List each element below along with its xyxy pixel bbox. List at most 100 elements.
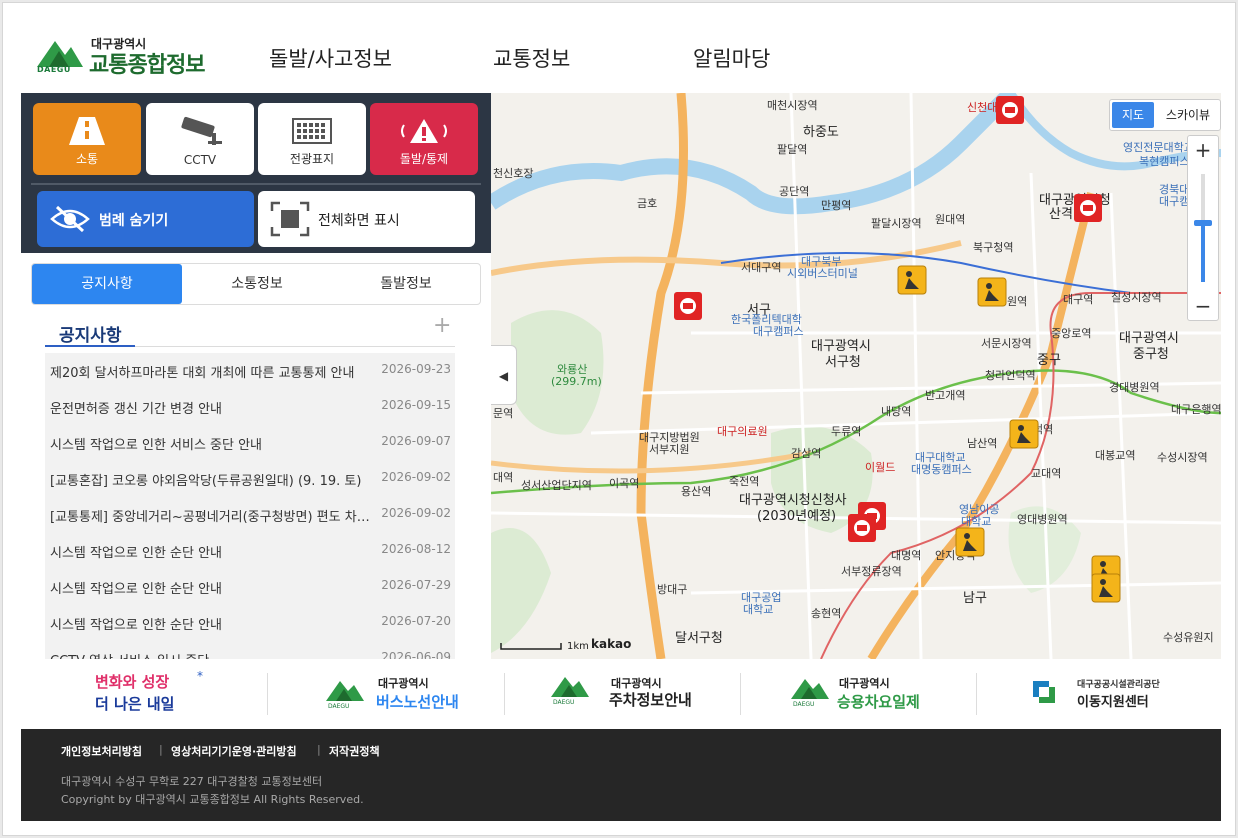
cctv-button[interactable]: CCTV [146, 103, 254, 175]
nav-incident[interactable]: 돌발/사고정보 [269, 43, 392, 73]
map-label: 대명동캠퍼스 [911, 463, 972, 476]
map-label: 두류역 [831, 425, 862, 438]
map-label: 서대구역 [741, 261, 782, 274]
logo-daegu-text: DAEGU [37, 65, 71, 74]
list-item[interactable]: 시스템 작업으로 인한 순단 안내 2026-07-20 [45, 605, 455, 641]
notice-list: 제20회 달서하프마라톤 대회 개최에 따른 교통통제 안내 2026-09-23… [45, 353, 455, 659]
sign-board-label: 전광표지 [289, 152, 335, 166]
map-label: 송현역 [811, 607, 842, 620]
list-item[interactable]: [교통통제] 중앙네거리~공평네거리(중구청방면) 편도 차로 통제 2026-0… [45, 497, 455, 533]
map-label: 문역 [493, 407, 514, 420]
tab-notice[interactable]: 공지사항 [32, 264, 182, 304]
map-label: 남산역 [967, 437, 998, 450]
notice-item-title: 시스템 작업으로 인한 순단 안내 [50, 546, 223, 561]
map-label: 신천대 [967, 101, 998, 114]
map-view-button[interactable]: 지도 [1112, 102, 1154, 128]
traffic-map[interactable]: 매천시장역 하중도 팔달역 신천대 영진전문대학교 복현캠퍼스 천신호장 금호 … [491, 93, 1221, 659]
map-label: 서문시장역 [981, 337, 1032, 350]
notice-item-title: CCTV 영상 서비스 일시 중단 [50, 650, 370, 659]
map-label: 금호 [637, 197, 658, 210]
list-item[interactable]: 제20회 달서하프마라톤 대회 개최에 따른 교통통제 안내 2026-09-23 [45, 353, 455, 389]
fullscreen-label: 전체화면 표시 [318, 213, 400, 229]
zoom-out-button[interactable]: − [1188, 294, 1218, 318]
incident-control-button[interactable]: 돌발/통제 [370, 103, 478, 175]
fullscreen-button[interactable]: 전체화면 표시 [258, 191, 475, 247]
zoom-slider-handle[interactable] [1194, 220, 1212, 226]
slogan-line2: 더 나은 내일 [95, 695, 175, 713]
footer-link-copyright[interactable]: 저작권정책 [329, 743, 380, 759]
site-logo[interactable]: DAEGU 대구광역시 교통종합정보 [35, 33, 235, 78]
controls-divider [31, 183, 481, 185]
sign-board-button[interactable]: 전광표지 [258, 103, 366, 175]
notice-item-date: 2026-09-15 [381, 398, 451, 412]
incident-marker-icon[interactable] [1073, 193, 1103, 223]
banner-bus-route[interactable]: DAEGU 대구광역시 버스노선안내 [268, 659, 504, 729]
tab-incident-info[interactable]: 돌발정보 [332, 264, 480, 304]
map-scale-label: 1km [567, 641, 589, 652]
notice-item-date: 2026-09-23 [381, 362, 451, 376]
notice-item-title: 시스템 작업으로 인한 순단 안내 [50, 618, 223, 633]
eye-hidden-icon [50, 205, 90, 233]
notice-item-title: 시스템 작업으로 인한 순단 안내 [50, 582, 223, 597]
alert-icon [401, 119, 447, 143]
construction-marker-icon[interactable] [977, 277, 1007, 307]
related-site-banners: 변화와 성장 * 더 나은 내일 DAEGU 대구광역시 버스노선안내 DAEG… [21, 659, 1221, 729]
map-label: (299.7m) [551, 375, 602, 388]
map-label: 원역 [1007, 295, 1028, 308]
list-item[interactable]: CCTV 영상 서비스 일시 중단 2026-06-09 [45, 641, 455, 659]
construction-marker-icon[interactable] [897, 265, 927, 295]
map-label: 매천시장역 [767, 99, 818, 112]
footer-copyright: Copyright by 대구광역시 교통종합정보 All Rights Res… [61, 793, 364, 806]
construction-marker-icon[interactable] [955, 527, 985, 557]
facility-corp-logo-icon [1033, 681, 1055, 703]
banner-car-day[interactable]: DAEGU 대구광역시 승용차요일제 [741, 659, 977, 729]
traffic-flow-label: 소통 [75, 152, 99, 166]
cctv-label: CCTV [183, 153, 217, 167]
map-label: 서부지원 [649, 443, 690, 456]
notice-item-date: 2026-09-02 [381, 470, 451, 484]
legend-toggle-button[interactable]: 범례 숨기기 [37, 191, 254, 247]
map-label: 수성시장역 [1157, 451, 1208, 464]
nav-notice-board[interactable]: 알림마당 [693, 43, 770, 73]
incident-marker-icon[interactable] [847, 513, 877, 543]
notice-underline [45, 345, 135, 347]
road-icon [69, 117, 105, 145]
map-label: 북구청역 [973, 241, 1014, 254]
more-plus-icon[interactable]: + [433, 313, 451, 338]
banner-mobility-center[interactable]: 대구공공시설관리공단 이동지원센터 [977, 659, 1221, 729]
construction-marker-icon[interactable] [1009, 419, 1039, 449]
map-label: 중구 [1037, 353, 1061, 368]
map-label: 청라언덕역 [985, 369, 1036, 382]
traffic-flow-button[interactable]: 소통 [33, 103, 141, 175]
list-item[interactable]: [교통혼잡] 코오롱 야외음악당(두류공원일대) (9. 19. 토) 2026-… [45, 461, 455, 497]
page-frame: DAEGU 대구광역시 교통종합정보 돌발/사고정보 교통정보 알림마당 소통 [2, 2, 1236, 836]
list-item[interactable]: 시스템 작업으로 인한 순단 안내 2026-08-12 [45, 533, 455, 569]
panel-collapse-button[interactable]: ◀ [491, 345, 517, 405]
footer-link-video[interactable]: 영상처리기기운영·관리방침 [171, 743, 297, 759]
nav-traffic[interactable]: 교통정보 [493, 43, 570, 73]
site-header: DAEGU 대구광역시 교통종합정보 돌발/사고정보 교통정보 알림마당 [21, 3, 1221, 93]
notice-item-date: 2026-09-07 [381, 434, 451, 448]
cctv-camera-icon [181, 116, 222, 145]
tab-traffic-info[interactable]: 소통정보 [182, 264, 332, 304]
construction-marker-icon[interactable] [1091, 573, 1121, 603]
zoom-in-button[interactable]: + [1188, 138, 1218, 162]
map-label: 내당역 [881, 405, 912, 418]
notice-item-date: 2026-07-20 [381, 614, 451, 628]
banner-daegu-text: DAEGU [328, 703, 350, 710]
notice-heading: 공지사항 [59, 326, 122, 346]
map-label: 팔달시장역 [871, 217, 922, 230]
zoom-level-fill [1201, 222, 1205, 282]
incident-marker-icon[interactable] [673, 291, 703, 321]
incident-marker-icon[interactable] [995, 95, 1025, 125]
skyview-button[interactable]: 스카이뷰 [1158, 102, 1218, 128]
map-label: 시외버스터미널 [787, 267, 858, 280]
banner-slogan[interactable]: 변화와 성장 * 더 나은 내일 [21, 659, 257, 729]
list-item[interactable]: 시스템 작업으로 인한 서비스 중단 안내 2026-09-07 [45, 425, 455, 461]
map-label: 서구청 [825, 355, 861, 370]
list-item[interactable]: 시스템 작업으로 인한 순단 안내 2026-07-29 [45, 569, 455, 605]
banner-parking[interactable]: DAEGU 대구광역시 주차정보안내 [505, 659, 741, 729]
footer-link-privacy[interactable]: 개인정보처리방침 [61, 743, 142, 759]
map-label: 칠성시장역 [1111, 291, 1162, 304]
list-item[interactable]: 운전면허증 갱신 기간 변경 안내 2026-09-15 [45, 389, 455, 425]
